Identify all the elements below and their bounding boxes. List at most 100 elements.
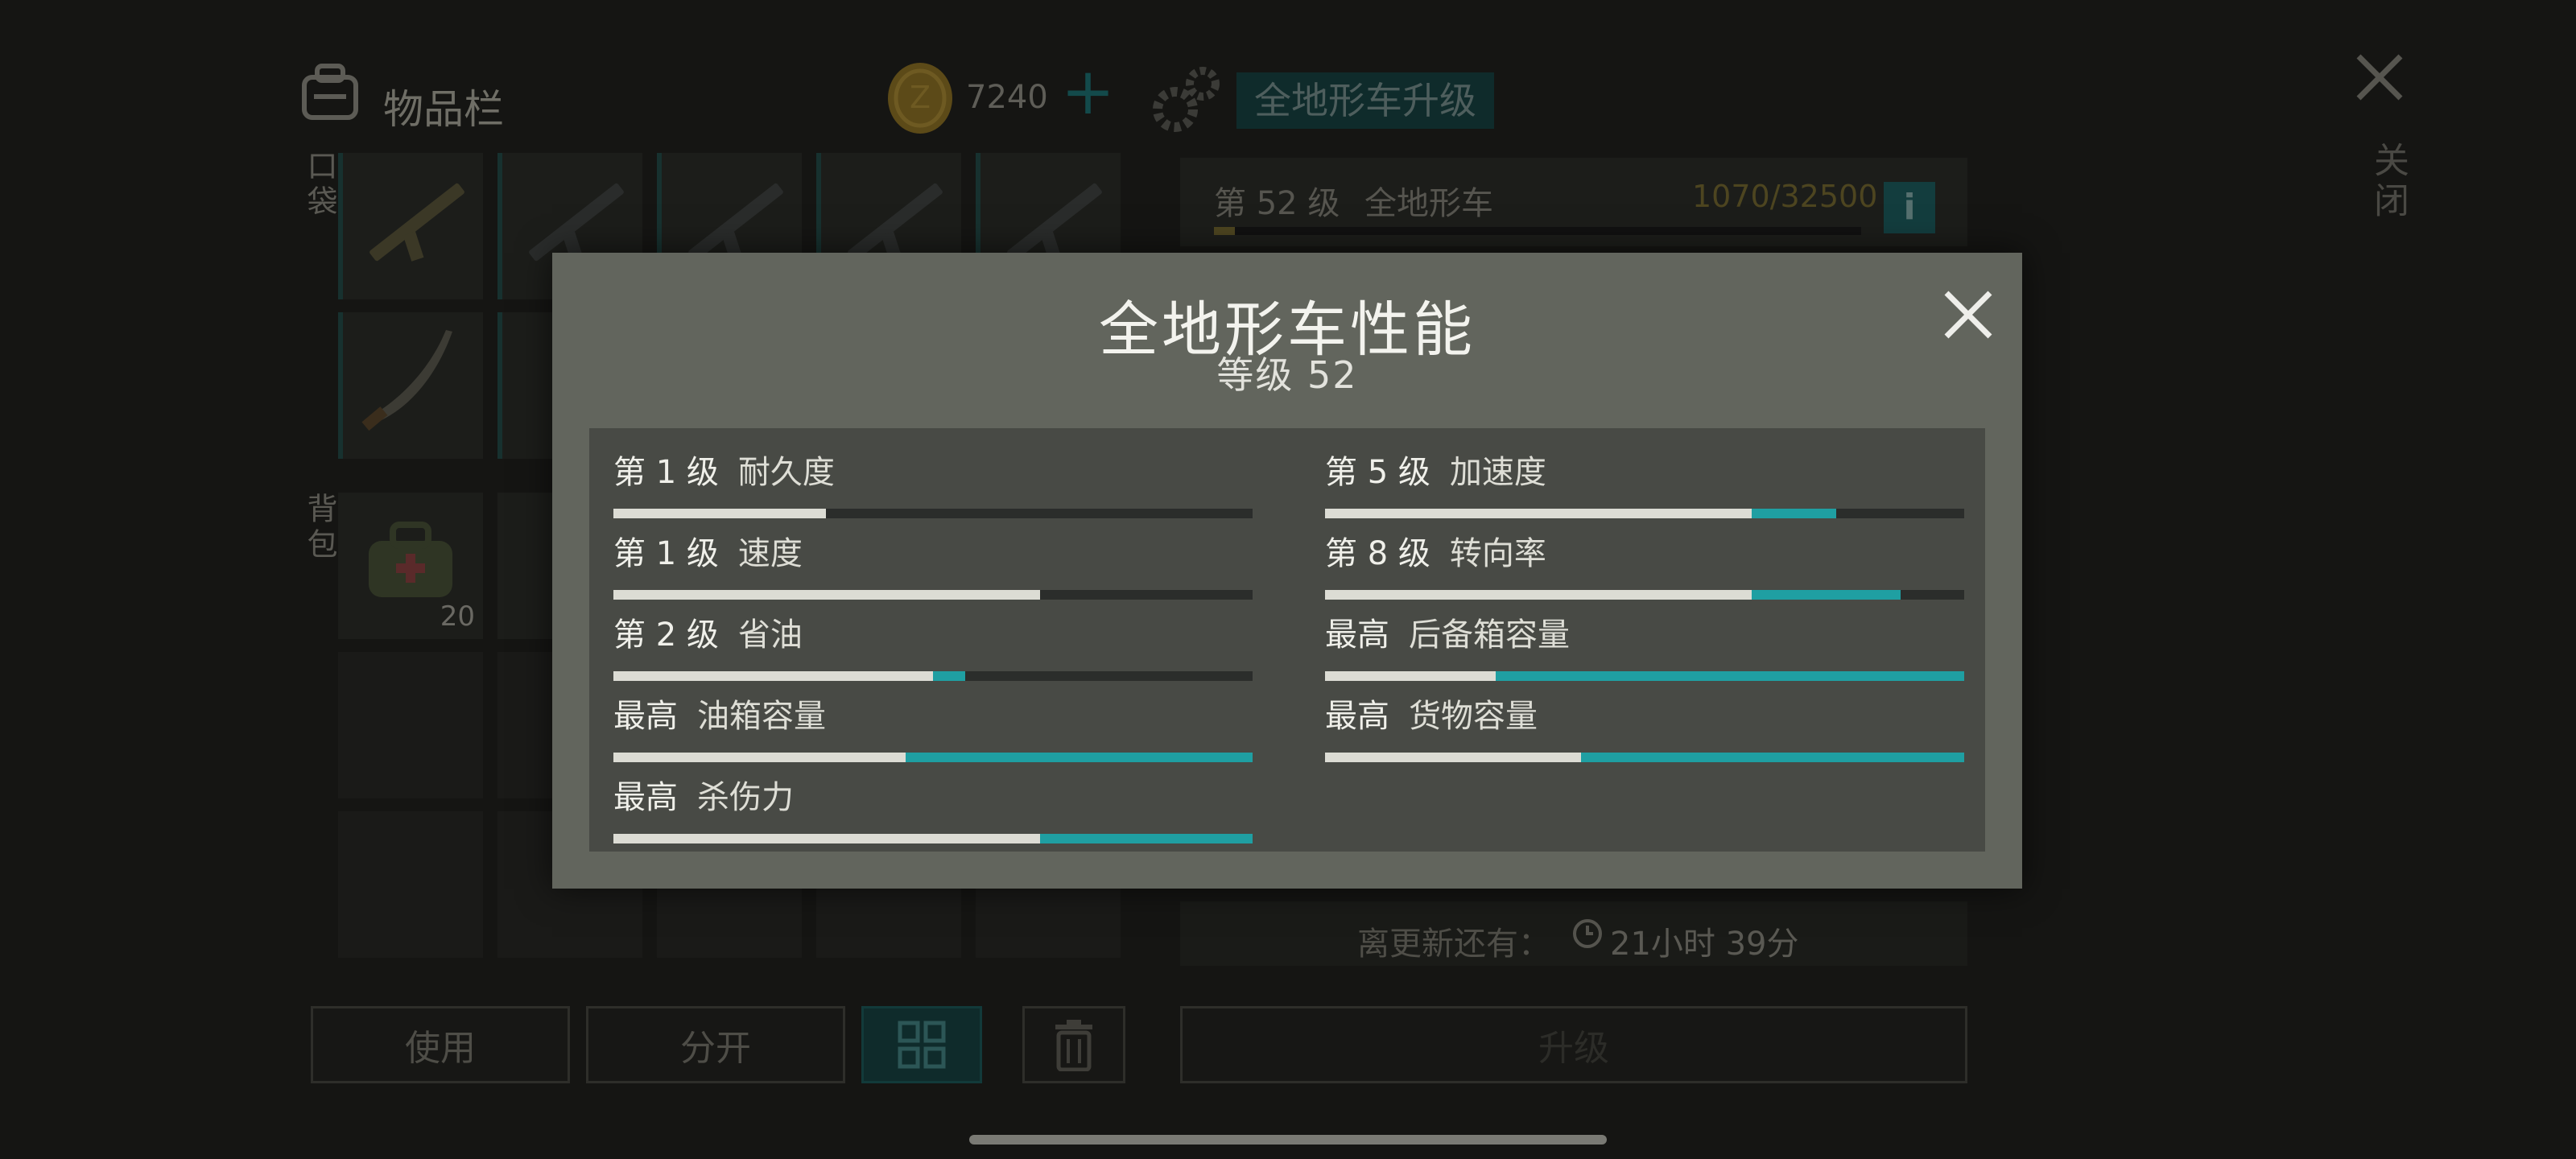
backpack-icon (302, 64, 358, 120)
stat-bar-bonus (1580, 753, 1964, 762)
info-button[interactable]: i (1884, 182, 1935, 233)
svg-text:Z: Z (910, 80, 931, 115)
stat-label: 最高 后备箱容量 (1325, 608, 1570, 655)
stat-bar-base (613, 590, 1040, 600)
trash-icon (1055, 1020, 1092, 1071)
stat-name: 耐久度 (737, 454, 835, 491)
stat-cargo-capacity: 最高 货物容量 (1325, 690, 1964, 762)
inventory-title: 物品栏 (383, 86, 504, 133)
stat-level: 第 1 级 (613, 454, 719, 491)
stat-level: 第 5 级 (1325, 454, 1430, 491)
stat-bar (613, 590, 1253, 600)
stats-panel: 第 1 级耐久度 第 1 级速度 第 2 级省油 最高油箱容量 最高杀伤力 (589, 428, 1985, 852)
pocket-slot[interactable] (338, 312, 483, 459)
split-button[interactable]: 分开 (586, 1006, 845, 1083)
pocket-label: 口袋 (302, 150, 337, 221)
stat-steering: 第 8 级转向率 (1325, 527, 1964, 600)
backpack-slot[interactable]: 20 (338, 493, 483, 639)
stat-bar (1325, 671, 1964, 681)
stat-bar-bonus (933, 671, 965, 681)
stack-count: 20 (440, 600, 475, 633)
stat-bar (613, 509, 1253, 518)
stat-name: 货物容量 (1409, 698, 1538, 735)
stat-bar (1325, 753, 1964, 762)
stat-level: 第 1 级 (613, 535, 719, 572)
stat-name: 后备箱容量 (1409, 617, 1570, 654)
stat-fuel-economy: 第 2 级省油 (613, 608, 1253, 681)
coin-amount: 7240 (966, 79, 1048, 116)
stat-level: 最高 (1325, 617, 1389, 654)
grenade-launcher-icon (368, 182, 466, 262)
stat-durability: 第 1 级耐久度 (613, 446, 1253, 518)
backpack-slot[interactable] (657, 889, 802, 958)
pocket-slot[interactable] (338, 153, 483, 299)
vehicle-level: 第 52 级 全地形车 (1214, 177, 1493, 224)
stat-bar-base (1325, 671, 1496, 681)
stat-bar (1325, 590, 1964, 600)
vehicle-name: 全地形车 (1364, 185, 1494, 222)
stat-speed: 第 1 级速度 (613, 527, 1253, 600)
stat-trunk-capacity: 最高 后备箱容量 (1325, 608, 1964, 681)
close-label[interactable]: 关闭 (2362, 142, 2413, 222)
stat-label: 最高 杀伤力 (613, 771, 794, 818)
coin-icon: Z (888, 63, 952, 134)
stat-bar (1325, 509, 1964, 518)
stat-fuel-tank: 最高 油箱容量 (613, 690, 1253, 762)
xp-progress-text: 1070/32500 (1692, 179, 1878, 214)
grid-icon (898, 1021, 946, 1069)
backpack-slot[interactable] (976, 889, 1121, 958)
refresh-time: 21小时 39分 (1610, 926, 1799, 963)
machete-icon (361, 330, 452, 431)
trash-button[interactable] (1022, 1006, 1125, 1083)
stat-bar (613, 834, 1253, 843)
rifle-icon (846, 182, 944, 262)
stat-bar-base (613, 834, 1040, 843)
stat-bar-bonus (1751, 590, 1901, 600)
stat-label: 第 1 级速度 (613, 527, 803, 574)
stat-name: 转向率 (1449, 535, 1546, 572)
close-icon[interactable] (1940, 287, 1996, 343)
stat-bar-bonus (1039, 834, 1253, 843)
rifle-icon (687, 182, 785, 262)
tab-vehicle-upgrade[interactable]: 全地形车升级 (1236, 72, 1494, 129)
stat-level: 最高 (613, 698, 678, 735)
stat-label: 第 5 级加速度 (1325, 446, 1546, 493)
stat-label: 最高 货物容量 (1325, 690, 1538, 736)
stat-label: 最高 油箱容量 (613, 690, 826, 736)
modal-subtitle: 等级 52 (1216, 353, 1358, 397)
grid-view-button[interactable] (861, 1006, 982, 1083)
stat-bar-base (1325, 509, 1752, 518)
stat-label: 第 8 级转向率 (1325, 527, 1546, 574)
stat-bar-base (1325, 590, 1752, 600)
stat-bar (613, 671, 1253, 681)
xp-progress-fill (1214, 227, 1236, 235)
medkit-icon (369, 522, 452, 597)
upgrade-button[interactable]: 升级 (1180, 1006, 1967, 1083)
stat-level: 最高 (613, 779, 678, 816)
vehicle-level-number: 第 52 级 (1214, 185, 1340, 222)
stat-bar-base (613, 671, 933, 681)
stat-bar-bonus (1751, 509, 1837, 518)
stat-name: 油箱容量 (697, 698, 826, 735)
gear-icon (1153, 67, 1220, 132)
stat-name: 加速度 (1449, 454, 1546, 491)
close-icon[interactable] (2354, 52, 2405, 103)
home-indicator[interactable] (969, 1135, 1607, 1145)
stat-level: 最高 (1325, 698, 1389, 735)
xp-progress-bar (1214, 227, 1861, 235)
stat-name: 省油 (737, 617, 803, 654)
rifle-icon (527, 182, 625, 262)
stat-bar (613, 753, 1253, 762)
use-button[interactable]: 使用 (311, 1006, 570, 1083)
stat-damage: 最高 杀伤力 (613, 771, 1253, 843)
stat-label: 第 1 级耐久度 (613, 446, 835, 493)
stat-bar-bonus (1495, 671, 1964, 681)
backpack-slot[interactable] (338, 811, 483, 958)
backpack-label: 背包 (302, 493, 337, 563)
stat-level: 第 8 级 (1325, 535, 1430, 572)
stat-bar-base (1325, 753, 1581, 762)
backpack-slot[interactable] (816, 889, 961, 958)
stat-name: 杀伤力 (697, 779, 794, 816)
add-coins-button[interactable]: + (1061, 60, 1115, 124)
backpack-slot[interactable] (338, 652, 483, 798)
